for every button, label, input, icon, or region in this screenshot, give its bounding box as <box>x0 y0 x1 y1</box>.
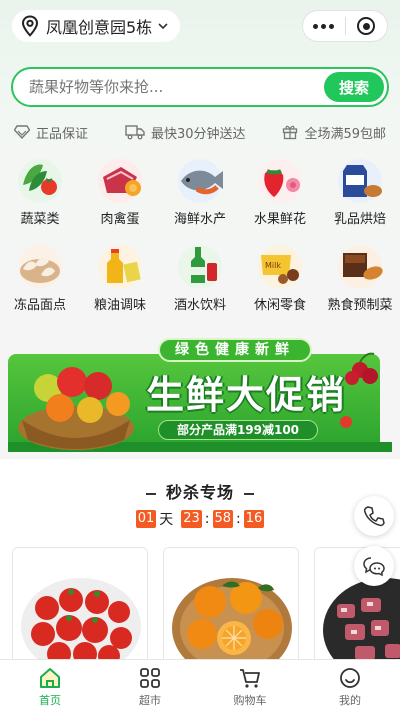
chat-bubble-icon <box>363 557 385 577</box>
tab-cart[interactable]: 购物车 <box>200 660 300 712</box>
countdown-timer: 01 天 23 : 58 : 16 <box>135 510 265 528</box>
countdown-minutes: 58 <box>212 510 234 528</box>
category-drinks[interactable]: 酒水饮料 <box>160 236 240 316</box>
guarantee-authentic: 正品保证 <box>14 123 88 142</box>
category-seafood[interactable]: 海鲜水产 <box>160 150 240 230</box>
promo-banner[interactable]: 绿色健康新鲜 生鲜大促销 部分产品满199减100 <box>8 330 392 456</box>
phone-icon <box>363 506 385 527</box>
chat-button[interactable] <box>354 546 394 586</box>
phone-button[interactable] <box>354 496 394 536</box>
category-deli-food[interactable]: 熟食预制菜 <box>320 236 400 316</box>
bottom-tab-bar: 首页 超市 购物车 我的 <box>0 659 400 712</box>
mini-program-capsule <box>302 10 388 42</box>
countdown-days: 01 <box>135 510 157 528</box>
countdown-hours: 23 <box>181 510 202 528</box>
home-icon <box>40 668 60 688</box>
frozen-dumpling-icon <box>18 245 62 289</box>
tomatoes-image <box>13 548 147 666</box>
grain-oil-icon <box>98 245 142 289</box>
tab-home[interactable]: 首页 <box>0 660 100 712</box>
drinks-icon <box>178 245 222 289</box>
product-card-oranges[interactable] <box>163 547 299 667</box>
gift-icon <box>283 125 298 140</box>
fruit-flower-icon <box>258 159 302 203</box>
seckill-title: 秒杀专场 <box>0 479 400 503</box>
service-guarantees: 正品保证 最快30分钟送达 全场满59包邮 <box>0 120 400 144</box>
meat-egg-icon <box>98 159 142 203</box>
category-frozen-dumpling[interactable]: 冻品面点 <box>0 236 80 316</box>
vegetables-icon <box>18 159 62 203</box>
snacks-icon: Milk <box>258 245 302 289</box>
category-fruit-flower[interactable]: 水果鲜花 <box>240 150 320 230</box>
oranges-image <box>164 548 298 666</box>
tab-mine[interactable]: 我的 <box>300 660 400 712</box>
smiley-user-icon <box>340 668 360 688</box>
banner-tagline: 绿色健康新鲜 <box>158 338 312 362</box>
more-dots-icon <box>313 23 335 29</box>
guarantee-free-shipping: 全场满59包邮 <box>282 123 386 142</box>
deli-food-icon <box>338 245 383 289</box>
svg-text:Milk: Milk <box>265 261 281 270</box>
guarantee-delivery: 最快30分钟送达 <box>125 123 246 142</box>
truck-icon <box>125 125 145 140</box>
category-dairy-bakery[interactable]: 乳品烘焙 <box>320 150 400 230</box>
product-card-tomatoes[interactable] <box>12 547 148 667</box>
banner-headline: 生鲜大促销 <box>146 373 347 417</box>
category-vegetables[interactable]: 蔬菜类 <box>0 150 80 230</box>
home-page: 凤凰创意园5栋 搜索 正品保证 最快30分钟送达 全场满59包邮 <box>0 0 400 712</box>
seafood-icon <box>178 159 223 203</box>
target-circle-icon <box>357 17 376 35</box>
diamond-shield-icon <box>14 125 30 139</box>
search-bar: 搜索 <box>11 67 389 107</box>
search-button[interactable]: 搜索 <box>324 72 384 102</box>
grid-icon <box>140 668 160 688</box>
location-selector[interactable]: 凤凰创意园5栋 <box>12 10 181 42</box>
category-meat-egg[interactable]: 肉禽蛋 <box>80 150 160 230</box>
location-pin-icon <box>21 15 39 37</box>
countdown-seconds: 16 <box>243 510 265 528</box>
tab-supermarket[interactable]: 超市 <box>100 660 200 712</box>
location-label: 凤凰创意园5栋 <box>46 18 153 37</box>
more-button[interactable] <box>303 11 345 41</box>
banner-subline: 部分产品满199减100 <box>158 420 318 440</box>
top-bar: 凤凰创意园5栋 <box>0 0 400 54</box>
chevron-down-icon <box>158 23 168 30</box>
cart-icon <box>240 669 260 688</box>
category-grain-oil[interactable]: 粮油调味 <box>80 236 160 316</box>
close-button[interactable] <box>346 11 388 41</box>
category-snacks[interactable]: Milk 休闲零食 <box>240 236 320 316</box>
dairy-bakery-icon <box>338 159 382 203</box>
